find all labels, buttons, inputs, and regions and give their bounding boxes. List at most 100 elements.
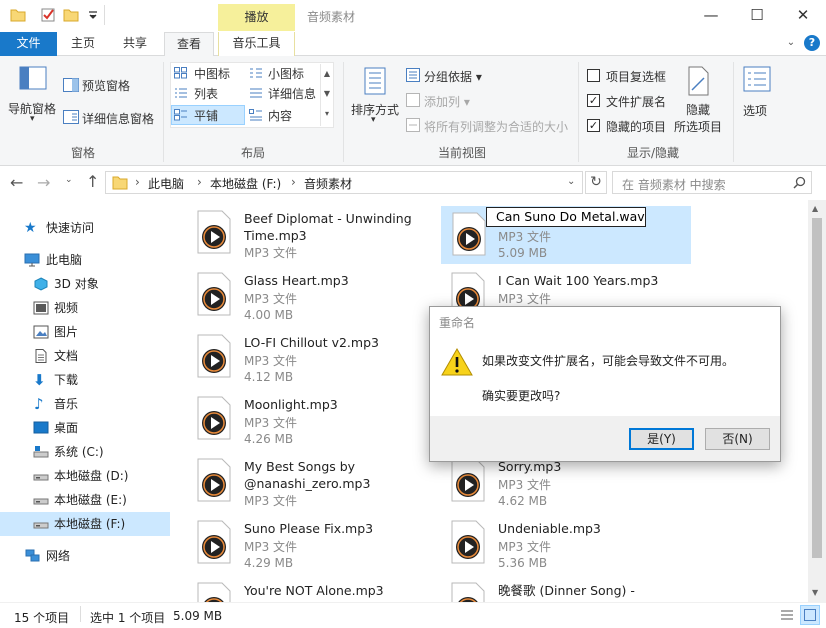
audio-file-icon — [452, 212, 486, 256]
details-view-icon[interactable] — [780, 609, 794, 621]
properties-icon[interactable] — [40, 7, 56, 23]
minimize-button[interactable]: — — [688, 0, 734, 32]
layout-content[interactable]: 内容 — [268, 107, 292, 124]
layout-scroll[interactable]: ▲ ▼ ▾ — [320, 64, 333, 126]
nav-documents[interactable]: 文档 — [0, 344, 170, 368]
nav-pane-button[interactable]: 导航窗格 ▾ — [6, 60, 58, 136]
item-checkboxes-label[interactable]: 项目复选框 — [606, 68, 666, 85]
recent-locations-icon[interactable]: ⌄ — [65, 175, 73, 185]
maximize-button[interactable]: ☐ — [734, 0, 780, 32]
crumb-this-pc[interactable]: 此电脑 — [148, 175, 184, 192]
scroll-thumb[interactable] — [812, 218, 822, 558]
file-type: MP3 文件 — [244, 354, 298, 368]
file-item[interactable]: Beef Diplomat - Unwinding Time.mp3 MP3 文… — [172, 202, 422, 262]
crumb-disk-f[interactable]: 本地磁盘 (F:) — [210, 175, 281, 192]
file-item[interactable]: 晚餐歌 (Dinner Song) - Remix — [426, 574, 676, 602]
file-extensions-label[interactable]: 文件扩展名 — [606, 93, 666, 110]
chevron-down-icon: ▾ — [371, 115, 376, 125]
collapse-ribbon-icon[interactable]: ⌄ — [784, 36, 798, 50]
file-item[interactable]: LO-FI Chillout v2.mp3 MP3 文件 4.12 MB — [172, 326, 422, 386]
item-checkboxes-checkbox[interactable] — [587, 69, 600, 82]
nav-disk-e[interactable]: 本地磁盘 (E:) — [0, 488, 170, 512]
close-button[interactable]: ✕ — [780, 0, 826, 32]
hidden-items-checkbox[interactable]: ✓ — [587, 119, 600, 132]
sort-by-button[interactable]: 排序方式 ▾ — [349, 62, 401, 138]
nav-pictures[interactable]: 图片 — [0, 320, 170, 344]
content-icon — [249, 109, 262, 121]
nav-music[interactable]: ♪ 音乐 — [0, 392, 170, 416]
no-button[interactable]: 否(N) — [705, 428, 770, 450]
file-size: 5.09 MB — [498, 246, 548, 260]
preview-pane-button[interactable]: 预览窗格 — [82, 77, 130, 94]
back-button[interactable]: ← — [10, 173, 23, 192]
tab-file[interactable]: 文件 — [0, 32, 57, 56]
tab-view[interactable]: 查看 — [164, 32, 214, 57]
file-size: 4.12 MB — [244, 370, 294, 384]
layout-list[interactable]: 列表 — [194, 85, 218, 102]
crumb-audio-folder[interactable]: 音频素材 — [304, 175, 352, 192]
nav-desktop[interactable]: 桌面 — [0, 416, 170, 440]
customize-toolbar-icon[interactable] — [85, 7, 101, 23]
details-pane-icon — [63, 110, 79, 124]
file-name: My Best Songs by @nanashi_zero.mp3 — [244, 459, 371, 491]
file-item[interactable]: You're NOT Alone.mp3 MP3 文件 — [172, 574, 422, 602]
layout-details[interactable]: 详细信息 — [268, 85, 316, 102]
file-name: LO-FI Chillout v2.mp3 — [244, 335, 379, 350]
audio-file-icon — [197, 334, 231, 378]
size-all-columns-button[interactable]: 将所有列调整为合适的大小 — [424, 118, 568, 135]
details-pane-button[interactable]: 详细信息窗格 — [82, 110, 154, 127]
nav-disk-f[interactable]: 本地磁盘 (F:) — [0, 512, 170, 536]
address-bar[interactable]: › 此电脑 › 本地磁盘 (F:) › 音频素材 ⌄ — [105, 171, 583, 194]
status-item-count: 15 个项目 — [14, 611, 70, 625]
search-icon[interactable] — [793, 176, 806, 189]
nav-quick-access[interactable]: ★ 快速访问 — [0, 216, 170, 240]
nav-downloads[interactable]: ⬇ 下载 — [0, 368, 170, 392]
audio-file-icon — [197, 210, 231, 254]
file-item[interactable]: Moonlight.mp3 MP3 文件 4.26 MB — [172, 388, 422, 448]
group-by-button[interactable]: 分组依据 ▾ — [424, 68, 482, 85]
rename-input[interactable]: Can Suno Do Metal.wav — [486, 207, 646, 227]
refresh-button[interactable]: ↻ — [585, 171, 607, 194]
large-icons-view-icon[interactable] — [800, 605, 820, 625]
panes-group-label: 窗格 — [70, 146, 95, 160]
nav-this-pc[interactable]: 此电脑 — [0, 248, 170, 272]
dialog-question: 确实要更改吗? — [482, 389, 561, 403]
file-item[interactable]: Suno Please Fix.mp3 MP3 文件 4.29 MB — [172, 512, 422, 572]
vertical-scrollbar[interactable]: ▲ ▼ — [808, 200, 826, 602]
up-button[interactable]: ↑ — [86, 172, 99, 191]
nav-videos[interactable]: 视频 — [0, 296, 170, 320]
file-size: 4.29 MB — [244, 556, 294, 570]
file-item[interactable]: My Best Songs by @nanashi_zero.mp3 MP3 文… — [172, 450, 422, 510]
file-extensions-checkbox[interactable]: ✓ — [587, 94, 600, 107]
file-type: MP3 文件 — [244, 292, 298, 306]
forward-button[interactable]: → — [37, 173, 50, 192]
file-item-selected[interactable]: Can Suno Do Metal.wav MP3 文件 5.09 MB — [441, 206, 691, 264]
new-folder-icon[interactable] — [63, 7, 79, 23]
nav-network[interactable]: 网络 — [0, 544, 170, 568]
file-item[interactable]: Glass Heart.mp3 MP3 文件 4.00 MB — [172, 264, 422, 324]
help-icon[interactable]: ? — [804, 35, 820, 51]
tab-share[interactable]: 共享 — [112, 32, 158, 56]
layout-small-icons[interactable]: 小图标 — [268, 65, 304, 82]
nav-disk-d[interactable]: 本地磁盘 (D:) — [0, 464, 170, 488]
hide-selected-button[interactable]: 隐藏 所选项目 — [672, 62, 726, 138]
tab-home[interactable]: 主页 — [60, 32, 106, 56]
add-columns-button[interactable]: 添加列 ▾ — [424, 93, 470, 110]
file-item[interactable]: Undeniable.mp3 MP3 文件 5.36 MB — [426, 512, 676, 572]
search-input[interactable]: 在 音频素材 中搜索 — [612, 171, 812, 194]
layout-tiles[interactable]: 平铺 — [194, 107, 218, 124]
address-dropdown-icon[interactable]: ⌄ — [567, 176, 575, 187]
video-icon — [33, 301, 49, 315]
layout-medium-icons[interactable]: 中图标 — [194, 65, 230, 82]
tab-music-tools[interactable]: 音乐工具 — [218, 32, 295, 56]
folder-icon — [10, 9, 26, 22]
nav-3d-objects[interactable]: 3D 对象 — [0, 272, 170, 296]
crumb-separator: › — [197, 175, 202, 189]
nav-system-c[interactable]: 系统 (C:) — [0, 440, 170, 464]
yes-button[interactable]: 是(Y) — [629, 428, 694, 450]
scroll-up-icon[interactable]: ▲ — [812, 204, 818, 213]
hidden-items-label[interactable]: 隐藏的项目 — [606, 118, 666, 135]
scroll-down-icon[interactable]: ▼ — [812, 588, 818, 597]
audio-file-icon — [197, 458, 231, 502]
options-button[interactable]: 选项 — [739, 62, 775, 138]
